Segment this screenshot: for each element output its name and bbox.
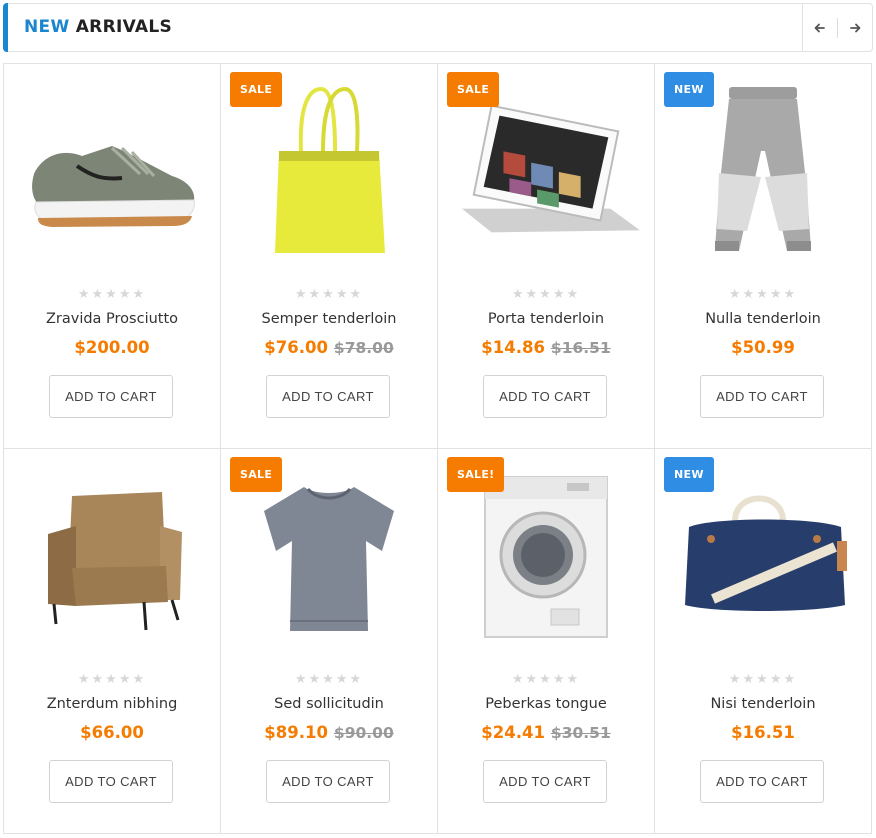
rating-stars: ★★★★★ [77, 672, 147, 687]
product-price: $89.10 [264, 723, 328, 742]
price-block: $200.00 [4, 338, 220, 357]
header-accent-bar [3, 3, 8, 52]
product-card: SALE ★★★★★ Porta tenderloin $14.86 $16.51… [438, 64, 655, 449]
sale-badge: SALE [447, 72, 500, 107]
add-to-cart-button[interactable]: ADD TO CART [49, 375, 173, 418]
product-price: $200.00 [74, 338, 150, 357]
product-grid: ★★★★★ Zravida Prosciutto $200.00 ADD TO … [3, 63, 872, 834]
new-badge: NEW [664, 72, 714, 107]
product-name[interactable]: Sed sollicitudin [221, 696, 437, 712]
product-name[interactable]: Znterdum nibhing [4, 696, 220, 712]
product-card: SALE ★★★★★ Sed sollicitudin $89.10 $90.00… [221, 449, 438, 834]
old-price: $30.51 [550, 724, 611, 742]
rating-stars: ★★★★★ [728, 672, 798, 687]
price-block: $14.86 $16.51 [438, 338, 654, 357]
rating-stars: ★★★★★ [511, 672, 581, 687]
product-price: $24.41 [481, 723, 545, 742]
add-to-cart-button[interactable]: ADD TO CART [483, 760, 607, 803]
product-price: $16.51 [731, 723, 795, 742]
add-to-cart-button[interactable]: ADD TO CART [700, 375, 824, 418]
rating-stars: ★★★★★ [294, 672, 364, 687]
old-price: $16.51 [550, 339, 611, 357]
product-name[interactable]: Peberkas tongue [438, 696, 654, 712]
product-card: ★★★★★ Znterdum nibhing $66.00 ADD TO CAR… [4, 449, 221, 834]
product-name[interactable]: Nulla tenderloin [655, 311, 871, 327]
prev-button[interactable] [803, 4, 837, 51]
product-price: $76.00 [264, 338, 328, 357]
rating-stars: ★★★★★ [294, 287, 364, 302]
old-price: $78.00 [333, 339, 394, 357]
add-to-cart-button[interactable]: ADD TO CART [700, 760, 824, 803]
next-button[interactable] [838, 4, 872, 51]
product-name[interactable]: Nisi tenderloin [655, 696, 871, 712]
rating-stars: ★★★★★ [511, 287, 581, 302]
product-name[interactable]: Zravida Prosciutto [4, 311, 220, 327]
price-block: $24.41 $30.51 [438, 723, 654, 742]
title-arrivals: ARRIVALS [75, 17, 173, 37]
product-card: SALE ★★★★★ Semper tenderloin $76.00 $78.0… [221, 64, 438, 449]
price-block: $76.00 $78.00 [221, 338, 437, 357]
product-name[interactable]: Semper tenderloin [221, 311, 437, 327]
add-to-cart-button[interactable]: ADD TO CART [49, 760, 173, 803]
sale-badge: SALE [230, 457, 283, 492]
price-block: $16.51 [655, 723, 871, 742]
carousel-nav [802, 4, 872, 51]
product-price: $14.86 [481, 338, 545, 357]
arrow-right-icon [850, 23, 861, 32]
arrow-left-icon [814, 23, 825, 32]
armchair-image[interactable] [18, 461, 206, 651]
product-card: NEW ★★★★★ Nisi tenderloin $16.51 ADD TO … [655, 449, 872, 834]
product-name[interactable]: Porta tenderloin [438, 311, 654, 327]
add-to-cart-button[interactable]: ADD TO CART [266, 375, 390, 418]
sneaker-image[interactable] [18, 76, 206, 266]
price-block: $89.10 $90.00 [221, 723, 437, 742]
product-card: ★★★★★ Zravida Prosciutto $200.00 ADD TO … [4, 64, 221, 449]
title-new: NEW [24, 17, 70, 37]
section-title: NEW ARRIVALS [24, 17, 172, 37]
sale-badge: SALE [230, 72, 283, 107]
price-block: $50.99 [655, 338, 871, 357]
add-to-cart-button[interactable]: ADD TO CART [266, 760, 390, 803]
product-price: $66.00 [80, 723, 144, 742]
old-price: $90.00 [333, 724, 394, 742]
product-card: SALE! ★★★★★ Peberkas tongue $24.41 $30.51… [438, 449, 655, 834]
price-block: $66.00 [4, 723, 220, 742]
sale-badge: SALE! [447, 457, 505, 492]
rating-stars: ★★★★★ [728, 287, 798, 302]
product-price: $50.99 [731, 338, 795, 357]
add-to-cart-button[interactable]: ADD TO CART [483, 375, 607, 418]
product-card: NEW ★★★★★ Nulla tenderloin $50.99 ADD TO… [655, 64, 872, 449]
rating-stars: ★★★★★ [77, 287, 147, 302]
section-header: NEW ARRIVALS [3, 3, 873, 52]
new-badge: NEW [664, 457, 714, 492]
